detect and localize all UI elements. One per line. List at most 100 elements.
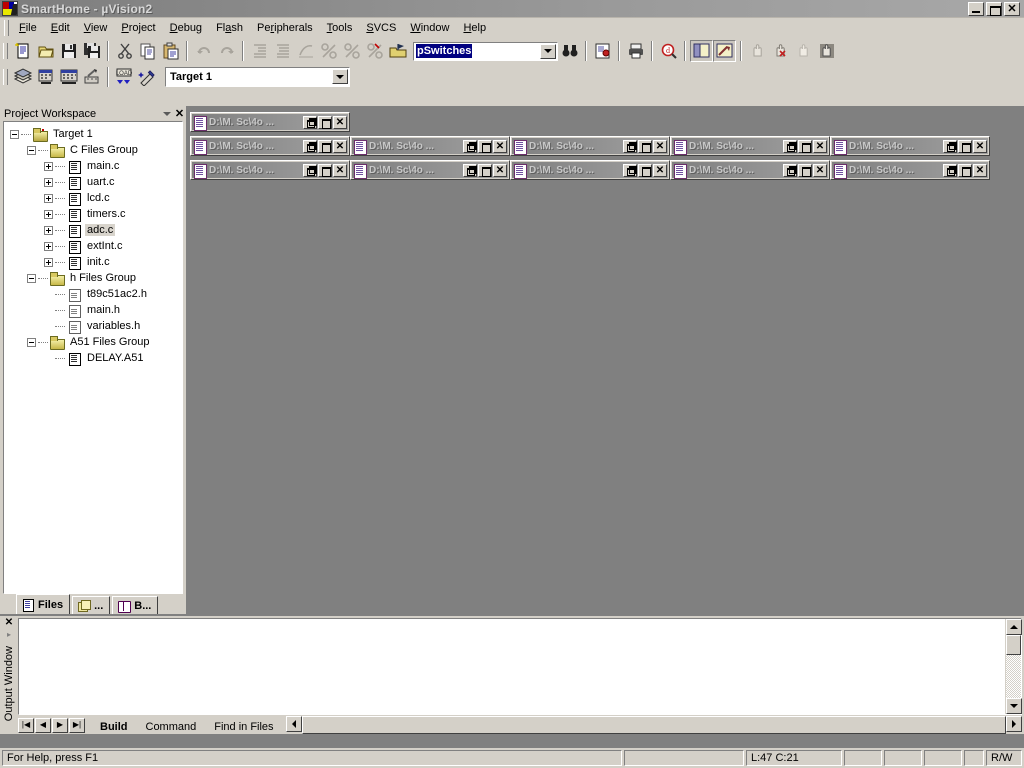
- minimized-editor-window[interactable]: D:\M. Sc\4o ... ✕: [190, 160, 350, 180]
- minimized-window-titlebar[interactable]: D:\M. Sc\4o ... ✕: [672, 138, 828, 155]
- minimized-editor-window[interactable]: D:\M. Sc\4o ... ✕: [830, 136, 990, 156]
- rebuild-all-icon[interactable]: [57, 66, 80, 88]
- tree-item[interactable]: C Files Group: [10, 142, 182, 158]
- minimized-window-titlebar[interactable]: D:\M. Sc\4o ... ✕: [192, 114, 348, 131]
- previous-bookmark-icon[interactable]: [340, 40, 363, 62]
- restore-icon[interactable]: [783, 139, 797, 153]
- menu-flash[interactable]: Flash: [209, 20, 250, 36]
- toggle-bookmark-icon[interactable]: [294, 40, 317, 62]
- translate-file-icon[interactable]: [11, 66, 34, 88]
- menu-help[interactable]: Help: [456, 20, 493, 36]
- indent-icon[interactable]: [248, 40, 271, 62]
- minimized-window-titlebar[interactable]: D:\M. Sc\4o ... ✕: [192, 162, 348, 179]
- tree-item[interactable]: DELAY.A51: [10, 350, 182, 366]
- minimized-window-titlebar[interactable]: D:\M. Sc\4o ... ✕: [352, 162, 508, 179]
- scroll-thumb[interactable]: [1006, 635, 1021, 655]
- source-browser-icon[interactable]: [591, 40, 614, 62]
- minimized-window-titlebar[interactable]: D:\M. Sc\4o ... ✕: [512, 162, 668, 179]
- close-icon[interactable]: ✕: [493, 163, 507, 177]
- minimized-editor-window[interactable]: D:\M. Sc\4o ... ✕: [350, 136, 510, 156]
- clear-bookmarks-icon[interactable]: [363, 40, 386, 62]
- tree-item[interactable]: main.c: [10, 158, 182, 174]
- redo-icon[interactable]: [215, 40, 238, 62]
- maximize-icon[interactable]: [958, 139, 972, 153]
- close-icon[interactable]: ✕: [653, 163, 667, 177]
- tree-item[interactable]: lcd.c: [10, 190, 182, 206]
- minimized-window-titlebar[interactable]: D:\M. Sc\4o ... ✕: [832, 138, 988, 155]
- tree-item[interactable]: adc.c: [10, 222, 182, 238]
- minimized-editor-window[interactable]: D:\M. Sc\4o ... ✕: [350, 160, 510, 180]
- cut-icon[interactable]: [113, 40, 136, 62]
- minimized-editor-window[interactable]: D:\M. Sc\4o ... ✕: [830, 160, 990, 180]
- minimized-editor-window[interactable]: D:\M. Sc\4o ... ✕: [510, 136, 670, 156]
- find-combo-chevron-down-icon[interactable]: [540, 43, 556, 59]
- restore-icon[interactable]: [623, 163, 637, 177]
- restore-icon[interactable]: [303, 115, 317, 129]
- tree-item[interactable]: timers.c: [10, 206, 182, 222]
- maximize-icon[interactable]: [478, 139, 492, 153]
- menu-svcs[interactable]: SVCS: [359, 20, 403, 36]
- find-combo[interactable]: pSwitches: [413, 41, 558, 61]
- outdent-icon[interactable]: [271, 40, 294, 62]
- stop-build-icon[interactable]: [80, 66, 103, 88]
- download-to-flash-icon[interactable]: LOAD: [113, 66, 136, 88]
- paste-icon[interactable]: [159, 40, 182, 62]
- scroll-up-button[interactable]: [1006, 619, 1022, 635]
- maximize-icon[interactable]: [798, 139, 812, 153]
- close-icon[interactable]: ✕: [813, 163, 827, 177]
- restore-icon[interactable]: [303, 139, 317, 153]
- tree-expand-icon[interactable]: [44, 209, 53, 219]
- minimized-window-titlebar[interactable]: D:\M. Sc\4o ... ✕: [672, 162, 828, 179]
- close-icon[interactable]: ✕: [333, 163, 347, 177]
- restore-icon[interactable]: [943, 139, 957, 153]
- menu-tools[interactable]: Tools: [320, 20, 360, 36]
- tree-expand-icon[interactable]: [44, 241, 53, 251]
- output-vertical-scrollbar[interactable]: [1005, 619, 1022, 714]
- panel-chevron-down-icon[interactable]: [160, 107, 173, 120]
- tree-item[interactable]: A51 Files Group: [10, 334, 182, 350]
- minimize-button[interactable]: [968, 1, 984, 16]
- menu-debug[interactable]: Debug: [163, 20, 209, 36]
- maximize-icon[interactable]: [638, 163, 652, 177]
- output-window-menu-icon[interactable]: ▸: [7, 630, 11, 640]
- tree-collapse-icon[interactable]: [27, 145, 36, 155]
- build-target-icon[interactable]: [34, 66, 57, 88]
- debug-hand-4-icon[interactable]: [815, 40, 838, 62]
- last-tab-icon[interactable]: ▶|: [69, 717, 85, 733]
- close-icon[interactable]: ✕: [973, 139, 987, 153]
- find-in-files-magnifier-icon[interactable]: d: [657, 40, 680, 62]
- tab-books[interactable]: B...: [112, 596, 159, 614]
- minimized-window-titlebar[interactable]: D:\M. Sc\4o ... ✕: [352, 138, 508, 155]
- output-text-area[interactable]: [18, 618, 1022, 715]
- menu-window[interactable]: Window: [403, 20, 456, 36]
- next-tab-icon[interactable]: ▶: [52, 717, 68, 733]
- tree-expand-icon[interactable]: [44, 161, 53, 171]
- tree-item[interactable]: uart.c: [10, 174, 182, 190]
- tree-expand-icon[interactable]: [44, 177, 53, 187]
- menu-grip[interactable]: [4, 19, 9, 36]
- debug-hand-3-icon[interactable]: [792, 40, 815, 62]
- output-window-toggle-icon[interactable]: [713, 40, 736, 62]
- close-icon[interactable]: ✕: [653, 139, 667, 153]
- tree-expand-icon[interactable]: [44, 193, 53, 203]
- maximize-icon[interactable]: [318, 163, 332, 177]
- menu-edit[interactable]: Edit: [44, 20, 77, 36]
- build-toolbar-grip[interactable]: [3, 69, 8, 85]
- restore-icon[interactable]: [623, 139, 637, 153]
- project-tree-container[interactable]: Target 1 C Files Group main.c uart.c lcd.c ti…: [3, 121, 183, 594]
- restore-icon[interactable]: [783, 163, 797, 177]
- tree-item[interactable]: Target 1: [10, 126, 182, 142]
- restore-icon[interactable]: [463, 139, 477, 153]
- target-combo-chevron-down-icon[interactable]: [332, 69, 348, 84]
- restore-icon[interactable]: [463, 163, 477, 177]
- tree-collapse-icon[interactable]: [10, 129, 19, 139]
- maximize-icon[interactable]: [958, 163, 972, 177]
- minimized-editor-window[interactable]: D:\M. Sc\4o ... ✕: [670, 160, 830, 180]
- tree-item[interactable]: init.c: [10, 254, 182, 270]
- tree-collapse-icon[interactable]: [27, 337, 36, 347]
- close-icon[interactable]: ✕: [493, 139, 507, 153]
- tab-files[interactable]: Files: [16, 594, 71, 614]
- maximize-icon[interactable]: [798, 163, 812, 177]
- find-binoculars-icon[interactable]: [558, 40, 581, 62]
- project-window-toggle-icon[interactable]: [690, 40, 713, 62]
